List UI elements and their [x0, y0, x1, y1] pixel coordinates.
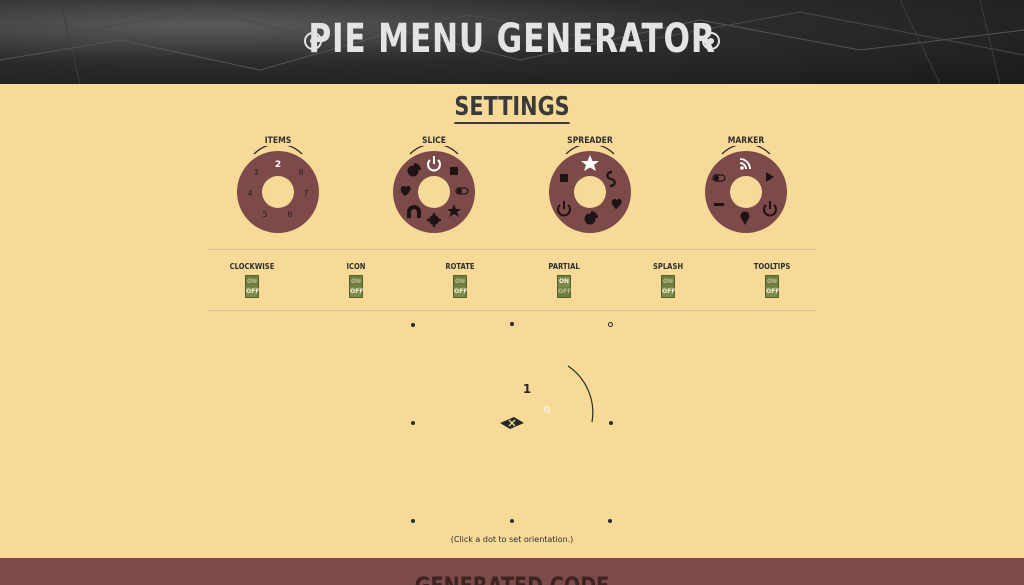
target-icon-right [702, 32, 720, 50]
toggle-off-label: OFF [662, 287, 676, 297]
toggle-splash-label: SPLASH [652, 262, 684, 271]
toggle-clockwise-label: CLOCKWISE [229, 262, 275, 271]
toggle-rotate-label: ROTATE [445, 262, 475, 271]
toggle-partial: PARTIAL ON OFF [524, 262, 604, 302]
toggle-off-label: OFF [246, 287, 260, 297]
wheel-items[interactable]: ITEMS 2 8 7 6 5 4 3 [228, 136, 328, 236]
toggle-on-label: ON [350, 278, 362, 285]
header-banner: PIE MENU GENERATOR [0, 0, 1024, 84]
wheel-items-label: ITEMS [264, 136, 292, 146]
toggle-rotate: ROTATE ON OFF [420, 262, 500, 302]
toggle-icon: ICON ON OFF [316, 262, 396, 302]
wheel-items-graphic[interactable]: 2 8 7 6 5 4 3 [228, 146, 328, 236]
items-option-5[interactable]: 5 [262, 210, 267, 219]
minus-icon[interactable] [714, 203, 724, 206]
wheel-slice-label: SLICE [421, 136, 447, 146]
toggle-tooltips: TOOLTIPS ON OFF [732, 262, 812, 302]
items-option-3[interactable]: 3 [253, 168, 258, 177]
toggle-off-label: OFF [350, 287, 364, 297]
page-title: PIE MENU GENERATOR [308, 16, 716, 62]
toggle-off-label: OFF [558, 288, 572, 295]
toggle-on-label: ON [662, 278, 674, 285]
toggle-off-label: OFF [766, 287, 780, 297]
generated-code-heading: GENERATED CODE [102, 572, 921, 585]
settings-heading: SETTINGS [102, 92, 921, 124]
wheel-spreader-label: SPREADER [567, 136, 613, 146]
divider-bottom [208, 310, 816, 311]
settings-heading-text: SETTINGS [454, 92, 570, 124]
toggle-clockwise-switch[interactable]: ON OFF [245, 275, 259, 298]
toggle-clockwise: CLOCKWISE ON OFF [212, 262, 292, 302]
items-option-4[interactable]: 4 [247, 189, 252, 198]
toggle-off-label: OFF [454, 287, 468, 297]
toggle-splash: SPLASH ON OFF [628, 262, 708, 302]
items-option-6[interactable]: 6 [287, 210, 292, 219]
toggle-icon-switch[interactable]: ON OFF [349, 275, 363, 298]
wheel-marker-label: MARKER [727, 136, 765, 146]
divider-top [208, 249, 816, 250]
generated-code-section: GENERATED CODE [0, 558, 1024, 585]
toggle-partial-label: PARTIAL [548, 262, 580, 271]
preview-label-1: 1 [523, 382, 531, 396]
square-icon[interactable] [560, 174, 568, 182]
toggle-icon-label: ICON [346, 262, 366, 271]
toggle-splash-switch[interactable]: ON OFF [661, 275, 675, 298]
toggle-on-label: ON [246, 278, 258, 285]
wheel-spreader[interactable]: SPREADER [540, 136, 640, 236]
items-option-7[interactable]: 7 [303, 189, 308, 198]
toggle-rotate-switch[interactable]: ON OFF [453, 275, 467, 298]
orientation-hint: (Click a dot to set orientation.) [450, 535, 574, 544]
toggle-on-label: ON [558, 277, 570, 287]
wheel-marker[interactable]: MARKER [696, 136, 796, 236]
toggle-on-label: ON [454, 278, 466, 285]
wheel-slice-graphic[interactable] [384, 146, 484, 236]
preview-label-0: 0 [544, 405, 551, 416]
toggle-tooltips-label: TOOLTIPS [753, 262, 791, 271]
toggle-on-label: ON [766, 278, 778, 285]
toggle-partial-switch[interactable]: ON OFF [557, 275, 571, 298]
square-icon[interactable] [450, 167, 458, 175]
toggle-tooltips-switch[interactable]: ON OFF [765, 275, 779, 298]
items-option-8[interactable]: 8 [298, 168, 303, 177]
close-icon[interactable] [500, 417, 524, 429]
wheel-slice[interactable]: SLICE [384, 136, 484, 236]
wheel-spreader-graphic[interactable] [540, 146, 640, 236]
pie-preview: 1 0 [500, 365, 594, 429]
items-option-2[interactable]: 2 [275, 160, 281, 170]
wheel-marker-graphic[interactable] [696, 146, 796, 236]
orientation-picker: 1 0 [400, 312, 624, 540]
